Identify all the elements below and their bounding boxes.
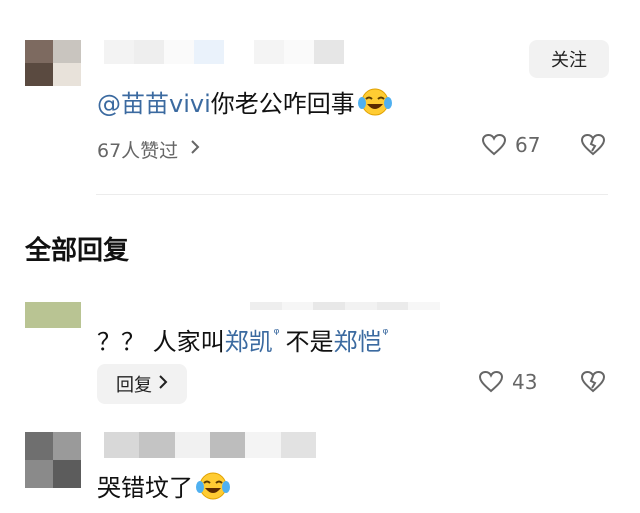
laughing-crying-emoji-icon (195, 471, 231, 501)
divider (96, 194, 608, 195)
chevron-right-icon (158, 374, 168, 395)
likes-summary-text: 67人赞过 (97, 140, 179, 162)
heart-icon (481, 133, 507, 156)
reply2-avatar[interactable] (25, 432, 81, 488)
reply-username-redacted[interactable] (250, 302, 440, 310)
avatar[interactable] (25, 40, 81, 86)
reply-like-count: 43 (512, 370, 538, 394)
likes-summary[interactable]: 67人赞过 (97, 136, 200, 163)
section-title: 全部回复 (25, 236, 130, 266)
username-redacted[interactable] (104, 40, 344, 64)
laughing-crying-emoji-icon (357, 87, 393, 117)
reply-middle: 不是 (285, 328, 334, 356)
broken-heart-icon (580, 370, 606, 393)
reply2-body: 哭错坟了 (97, 474, 193, 502)
like-button[interactable]: 67 (481, 133, 540, 157)
comment-text: @苗苗vivi 你老公咋回事 (97, 84, 393, 119)
follow-button[interactable]: 关注 (529, 40, 609, 78)
reply-like-button[interactable]: 43 (478, 370, 537, 394)
heart-icon (478, 370, 504, 393)
like-count: 67 (515, 133, 541, 157)
search-icon: ᵠ (382, 325, 389, 342)
reply-avatar[interactable] (25, 302, 81, 328)
reply2-username-redacted[interactable] (104, 432, 316, 458)
reply-prefix: ？？ 人家叫 (97, 328, 225, 356)
broken-heart-icon (580, 133, 606, 156)
search-link-name-1[interactable]: 郑凯 (225, 322, 273, 357)
search-link-name-2[interactable]: 郑恺 (333, 322, 381, 357)
reply-dislike-button[interactable] (580, 370, 606, 398)
mention-link[interactable]: @苗苗vivi (97, 84, 211, 119)
reply-text: ？？ 人家叫 郑凯 ᵠ 不是 郑恺 ᵠ (97, 322, 394, 357)
reply-button[interactable]: 回复 (97, 364, 187, 404)
chevron-right-icon (190, 139, 200, 160)
dislike-button[interactable] (580, 133, 606, 161)
comment-body: 你老公咋回事 (210, 90, 355, 118)
search-icon: ᵠ (273, 325, 280, 342)
reply-button-label: 回复 (116, 375, 152, 396)
reply2-text: 哭错坟了 (97, 468, 231, 503)
